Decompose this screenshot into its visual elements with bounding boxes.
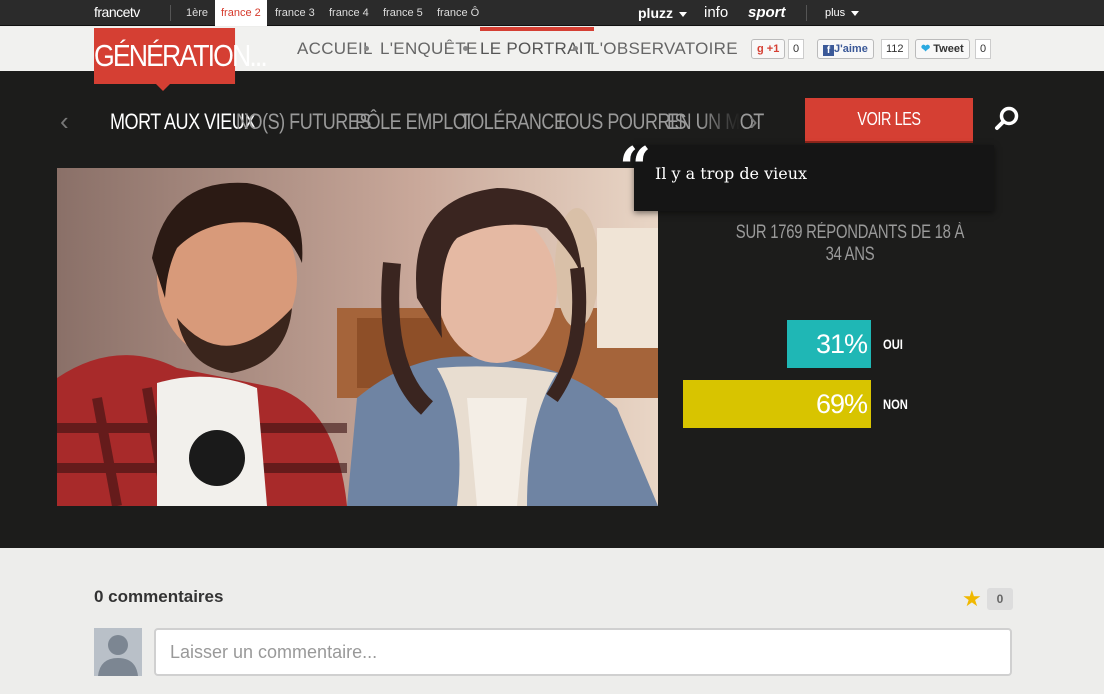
channel-link-france3[interactable]: france 3 (269, 0, 321, 26)
facebook-count: 112 (881, 39, 909, 59)
gplus-count: 0 (788, 39, 805, 59)
tweet-label: Tweet (933, 43, 964, 55)
nav-dot (463, 46, 468, 51)
survey-question: Il y a trop de vieux (655, 164, 808, 183)
info-link[interactable]: info (704, 0, 728, 26)
logo-pointer (156, 84, 170, 91)
nav-dot (573, 46, 578, 51)
chevron-down-icon (679, 11, 687, 17)
topic-pole-emploi[interactable]: PÔLE EMPLOI (355, 104, 471, 140)
francetv-top-bar: francetv 1ère france 2 france 3 france 4… (0, 0, 1104, 26)
sport-link[interactable]: sport (748, 0, 786, 26)
search-icon[interactable] (994, 106, 1020, 132)
result-percent-non: 69% (815, 389, 868, 419)
tweet-count: 0 (975, 39, 992, 59)
generation-logo[interactable]: GÉNÉRATION... (94, 28, 268, 84)
nav-observatoire[interactable]: L'OBSERVATOIRE (590, 27, 738, 71)
topic-tolerance[interactable]: TOLÉRANCE (460, 104, 566, 140)
francetv-logo[interactable]: francetv (94, 4, 140, 20)
comments-count-title: 0 commentaires (94, 587, 224, 606)
gplus-label: +1 (766, 43, 780, 55)
facebook-icon: f (823, 45, 834, 56)
nav-dot (364, 46, 369, 51)
result-bar-non: 69% (683, 380, 871, 428)
facebook-like-button[interactable]: f J'aime (817, 39, 874, 59)
carousel-prev-icon[interactable]: ‹ (60, 106, 69, 137)
star-icon[interactable]: ★ (962, 586, 982, 612)
respondents-count: SUR 1769 RÉPONDANTS DE 18 À 34 ANS (735, 222, 965, 265)
channel-link-france5[interactable]: france 5 (377, 0, 429, 26)
twitter-icon: ❤ (921, 43, 931, 55)
topic-nos-futures[interactable]: NO(S) FUTURES (236, 104, 371, 140)
channel-link-france4[interactable]: france 4 (323, 0, 375, 26)
favorites-count: 0 (987, 588, 1013, 610)
channel-link-franceo[interactable]: france Ô (431, 0, 485, 26)
nav-accueil[interactable]: ACCUEIL (297, 27, 373, 71)
result-label-oui: OUI (883, 336, 903, 352)
carousel-fade (700, 100, 740, 144)
carousel-next-icon[interactable]: › (749, 106, 758, 137)
separator (170, 5, 171, 21)
portrait-video-image[interactable] (57, 168, 658, 506)
voir-donnees-button[interactable]: VOIR LES DONNÉES (805, 98, 973, 172)
pluzz-label: pluzz (638, 5, 673, 21)
user-avatar-icon (98, 635, 138, 676)
quote-icon: “ (619, 135, 652, 201)
channel-link-france2[interactable]: france 2 (215, 0, 267, 26)
pluzz-menu[interactable]: pluzz (638, 0, 687, 26)
result-label-non: NON (883, 396, 908, 412)
tweet-button[interactable]: ❤ Tweet (915, 39, 970, 59)
plus-label: plus (825, 7, 846, 19)
channel-link-1ere[interactable]: 1ère (180, 0, 214, 26)
result-percent-oui: 31% (815, 329, 868, 359)
result-bar-oui: 31% (787, 320, 871, 368)
separator (806, 5, 807, 21)
avatar (94, 628, 142, 676)
gplus-icon: g (757, 43, 764, 55)
comment-input[interactable] (154, 628, 1012, 676)
plus-menu[interactable]: plus (825, 0, 860, 26)
topic-mort-aux-vieux[interactable]: MORT AUX VIEUX (110, 104, 256, 140)
facebook-like-label: J'aime (834, 43, 868, 55)
gplus-button[interactable]: g +1 (751, 39, 786, 59)
chevron-down-icon (851, 10, 860, 16)
